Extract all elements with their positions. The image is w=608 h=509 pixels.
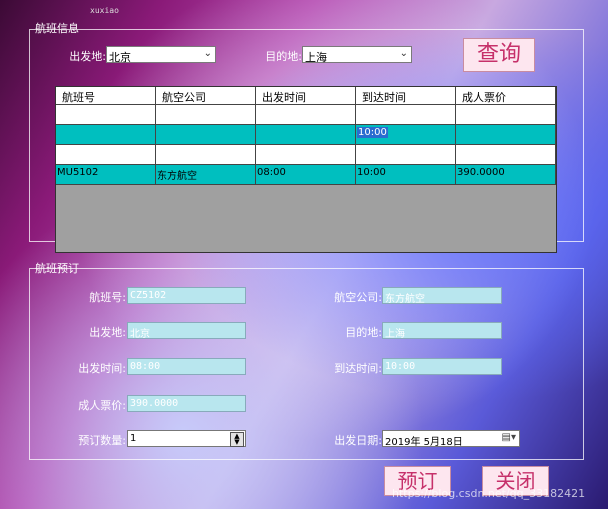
departure-date-picker[interactable]: 2019年 5月18日 ▤▾ xyxy=(382,430,520,448)
departure-label: 出发地: xyxy=(69,50,106,63)
column-header[interactable]: 航班号 xyxy=(56,87,156,105)
destination-select-value: 上海 xyxy=(305,51,327,64)
table-cell[interactable] xyxy=(456,105,556,125)
calendar-dropdown-icon[interactable]: ▤▾ xyxy=(502,432,516,443)
flight-no-field[interactable]: CZ5102 xyxy=(127,287,246,304)
date-value: 2019年 5月18日 xyxy=(385,437,463,448)
table-cell[interactable]: MU5102 xyxy=(56,165,156,185)
stepper-arrows-icon[interactable]: ▲ ▼ xyxy=(230,432,244,447)
departure-field-label: 出发地: xyxy=(89,326,126,339)
table-row[interactable]: MU5102 东方航空 08:00 10:00 390.0000 xyxy=(56,165,556,185)
departure-field[interactable]: 北京 xyxy=(127,322,246,340)
departure-select[interactable]: 北京 ⌄ xyxy=(106,46,216,64)
quantity-stepper[interactable]: 1 ▲ ▼ xyxy=(127,430,246,447)
destination-field[interactable]: 上海 xyxy=(382,322,502,340)
column-header[interactable]: 成人票价 xyxy=(456,87,556,105)
watermark: https://blog.csdn.net/qq_33182421 xyxy=(392,487,586,500)
table-cell[interactable] xyxy=(256,125,356,145)
table-cell[interactable]: 390.0000 xyxy=(456,165,556,185)
table-row[interactable] xyxy=(56,145,556,165)
table-cell[interactable] xyxy=(356,145,456,165)
flight-grid[interactable]: 航班号 航空公司 出发时间 到达时间 成人票价 10:00 MU5102 东方航… xyxy=(55,86,557,253)
table-cell[interactable]: 东方航空 xyxy=(156,165,256,185)
arr-time-field[interactable]: 10:00 xyxy=(382,358,502,375)
destination-field-label: 目的地: xyxy=(345,326,382,339)
column-header[interactable]: 航空公司 xyxy=(156,87,256,105)
table-cell[interactable] xyxy=(56,125,156,145)
table-cell[interactable]: 08:00 xyxy=(256,165,356,185)
price-label: 成人票价: xyxy=(78,399,126,412)
chevron-down-icon: ⌄ xyxy=(399,48,408,59)
table-cell[interactable]: 10:00 xyxy=(356,165,456,185)
selected-cell-text: 10:00 xyxy=(357,127,388,138)
table-cell-selected[interactable]: 10:00 xyxy=(356,125,456,145)
price-field[interactable]: 390.0000 xyxy=(127,395,246,412)
dep-time-label: 出发时间: xyxy=(78,362,126,375)
quantity-label: 预订数量: xyxy=(78,434,126,447)
airline-label: 航空公司: xyxy=(334,291,382,304)
date-label: 出发日期: xyxy=(334,434,382,447)
table-cell[interactable] xyxy=(56,105,156,125)
destination-label: 目的地: xyxy=(265,50,302,63)
table-cell[interactable] xyxy=(456,145,556,165)
query-button[interactable]: 查询 xyxy=(463,38,535,72)
arr-time-label: 到达时间: xyxy=(334,362,382,375)
table-cell[interactable] xyxy=(56,145,156,165)
table-cell[interactable] xyxy=(156,125,256,145)
chevron-down-icon: ⌄ xyxy=(203,48,212,59)
table-row[interactable]: 10:00 xyxy=(56,125,556,145)
booking-title: 航班预订 xyxy=(35,262,79,275)
table-row[interactable] xyxy=(56,105,556,125)
dep-time-field[interactable]: 08:00 xyxy=(127,358,246,375)
destination-select[interactable]: 上海 ⌄ xyxy=(302,46,412,64)
flight-info-title: 航班信息 xyxy=(35,22,79,35)
table-cell[interactable] xyxy=(356,105,456,125)
table-cell[interactable] xyxy=(156,105,256,125)
grid-header: 航班号 航空公司 出发时间 到达时间 成人票价 xyxy=(56,87,556,105)
departure-select-value: 北京 xyxy=(109,51,131,64)
table-cell[interactable] xyxy=(256,145,356,165)
quantity-value: 1 xyxy=(130,433,137,444)
table-cell[interactable] xyxy=(256,105,356,125)
column-header[interactable]: 出发时间 xyxy=(256,87,356,105)
table-cell[interactable] xyxy=(156,145,256,165)
table-cell[interactable] xyxy=(456,125,556,145)
flight-no-label: 航班号: xyxy=(89,291,126,304)
airline-field[interactable]: 东方航空 xyxy=(382,287,502,305)
window-caption: xuxiao xyxy=(90,6,119,15)
column-header[interactable]: 到达时间 xyxy=(356,87,456,105)
